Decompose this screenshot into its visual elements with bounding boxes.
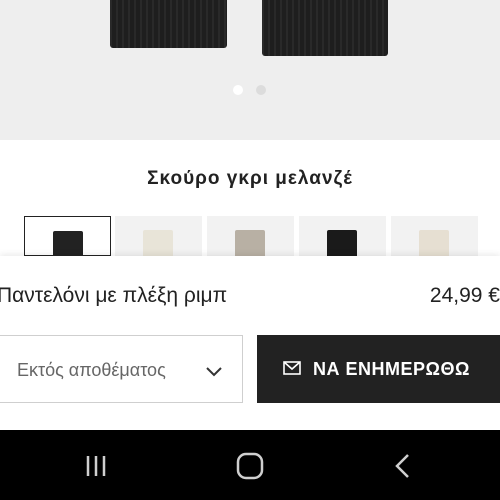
system-navigation-bar: [0, 430, 500, 500]
color-swatch-black[interactable]: [299, 216, 386, 256]
product-title: Παντελόνι με πλέξη ριμπ: [0, 284, 228, 307]
size-select-value: Εκτός αποθέματος: [17, 360, 166, 380]
swatch-thumbnail: [143, 230, 173, 256]
gallery-dot-active[interactable]: [233, 85, 243, 95]
recents-icon[interactable]: [80, 450, 112, 482]
swatch-thumbnail: [327, 230, 357, 256]
color-swatch-row: [24, 216, 500, 256]
swatch-thumbnail: [419, 230, 449, 256]
size-select[interactable]: Εκτός αποθέματος: [0, 335, 243, 403]
color-swatch-dark-grey[interactable]: [24, 216, 111, 256]
notify-me-label: ΝΑ ΕΝΗΜΕΡΩΘΩ: [313, 359, 470, 379]
trousers-right-leg-image: [262, 0, 388, 56]
product-price: 24,99 €: [429, 284, 500, 307]
mail-icon: [283, 361, 301, 375]
back-icon[interactable]: [388, 450, 420, 482]
purchase-sheet: Παντελόνι με πλέξη ριμπ 24,99 € Εκτός απ…: [0, 256, 500, 430]
selected-color-name: Σκούρο γκρι μελανζέ: [147, 168, 353, 189]
color-swatch-light-beige[interactable]: [391, 216, 478, 256]
trousers-left-leg-image: [110, 0, 227, 48]
gallery-dot[interactable]: [256, 85, 266, 95]
color-swatch-cream[interactable]: [115, 216, 202, 256]
swatch-thumbnail: [235, 230, 265, 256]
color-swatch-beige[interactable]: [207, 216, 294, 256]
color-selector: Σκούρο γκρι μελανζέ: [0, 140, 500, 256]
product-image-gallery[interactable]: [0, 0, 500, 140]
home-icon[interactable]: [234, 450, 266, 482]
swatch-thumbnail: [53, 231, 83, 255]
chevron-down-icon: [206, 367, 222, 377]
notify-me-button[interactable]: ΝΑ ΕΝΗΜΕΡΩΘΩ: [257, 335, 500, 403]
